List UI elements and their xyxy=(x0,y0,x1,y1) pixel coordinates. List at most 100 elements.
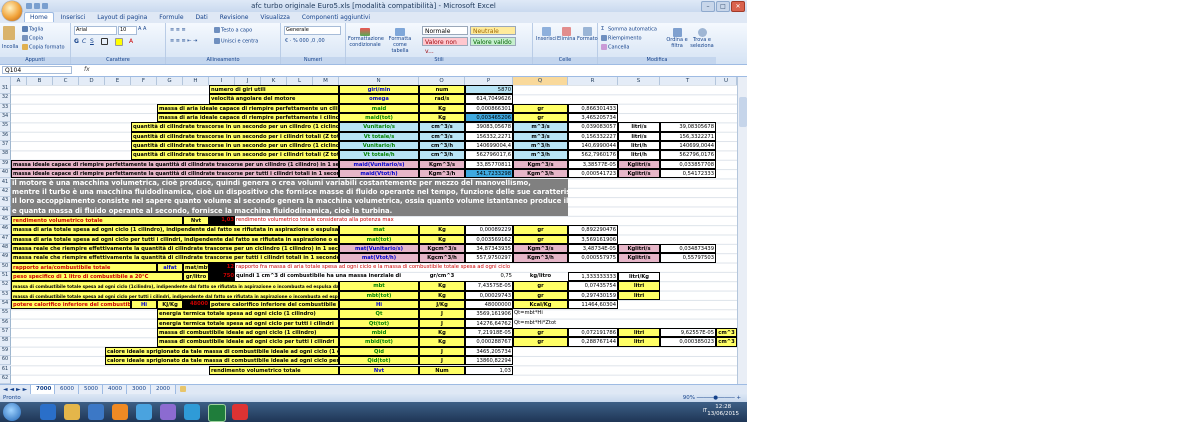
label-cell[interactable]: massa di aria ideale capace di riempire … xyxy=(157,103,339,114)
unit-cell[interactable]: Kcal/Kg xyxy=(513,300,568,310)
row-header[interactable]: 57 xyxy=(0,328,11,338)
value-cell[interactable]: 557,9750297 xyxy=(465,253,513,263)
unit-cell[interactable]: J xyxy=(419,309,465,319)
find-select-button[interactable]: Trova e seleziona xyxy=(690,28,714,49)
label-cell[interactable]: massa di aria ideale capace di riempire … xyxy=(157,113,339,123)
app-icon[interactable] xyxy=(136,404,152,420)
row-header[interactable]: 37 xyxy=(0,141,11,151)
style-neutral[interactable]: Neutrale xyxy=(470,26,516,35)
unit-cell[interactable]: kg/litro xyxy=(513,272,568,281)
column-header-q[interactable]: Q xyxy=(513,77,568,85)
unit-cell[interactable]: gr/cm^3 xyxy=(419,272,465,281)
column-header-n[interactable]: N xyxy=(339,77,419,85)
bold-icon[interactable]: G xyxy=(74,38,79,45)
unit-cell[interactable]: gr/litro xyxy=(183,272,209,282)
label-cell[interactable]: rendimento volumetrico totale xyxy=(209,365,339,375)
value-cell[interactable]: 0,034873439 xyxy=(660,243,716,254)
label-cell[interactable]: quantità di cilindrate trascorse in un s… xyxy=(131,150,339,160)
unit-cell[interactable]: Kg xyxy=(419,328,465,338)
unit-cell[interactable]: m^3/h xyxy=(513,150,568,160)
label-cell[interactable]: energia termica totale spesa ad ogni cic… xyxy=(157,318,339,329)
unit-cell[interactable]: m^3/h xyxy=(513,141,568,151)
variable-cell[interactable]: mat(tot) xyxy=(339,234,419,244)
label-cell[interactable]: massa reale che riempire effettivamente … xyxy=(11,243,339,254)
explanation-text[interactable]: il motore è una macchina volumetrica, ci… xyxy=(11,178,568,188)
variable-cell[interactable]: mbt xyxy=(339,281,419,291)
label-cell[interactable]: peso specifico di 1 litro di combustibil… xyxy=(11,272,183,282)
style-good[interactable]: Valore valido xyxy=(470,37,516,46)
unit-cell[interactable]: Num xyxy=(419,365,465,375)
value-cell[interactable]: 12 xyxy=(209,262,235,272)
value-cell[interactable]: 750 xyxy=(209,272,235,282)
save-icon[interactable] xyxy=(26,3,32,9)
unit-cell[interactable]: Kgcm^3/s xyxy=(419,243,465,254)
value-cell[interactable]: 0,000541723 xyxy=(568,169,618,179)
wrap-text-button[interactable]: Testo a capo xyxy=(214,27,252,34)
label-cell[interactable]: quantità di cilindrate trascorse in un s… xyxy=(131,122,339,132)
unit-cell[interactable]: Kgcm^3/h xyxy=(419,253,465,263)
value-cell[interactable]: 0,288767144 xyxy=(568,337,618,347)
row-header[interactable]: 48 xyxy=(0,243,11,254)
unit-cell[interactable]: Kg xyxy=(419,337,465,347)
tab-page-layout[interactable]: Layout di pagina xyxy=(92,13,152,22)
note-cell[interactable]: potere calorifico inferiore del combusti… xyxy=(209,300,339,310)
variable-cell[interactable]: Vt totale/s xyxy=(339,131,419,142)
value-cell[interactable]: 140,6990044 xyxy=(568,141,618,151)
column-header-s[interactable]: S xyxy=(618,77,660,85)
label-cell[interactable]: massa di combustibile ideale ad ogni cic… xyxy=(157,328,339,338)
label-cell[interactable]: potere calorifico inferiore del combusti… xyxy=(11,300,131,310)
unit-cell[interactable]: litri xyxy=(618,290,660,301)
format-cells-button[interactable]: Formato xyxy=(577,27,598,42)
variable-cell[interactable]: Hi xyxy=(339,300,419,310)
value-cell[interactable]: 34,87343935 xyxy=(465,243,513,254)
row-header[interactable]: 50 xyxy=(0,262,11,272)
grow-font-icon[interactable]: A A xyxy=(138,26,146,32)
column-header-i[interactable]: I xyxy=(209,77,235,85)
unit-cell[interactable]: gr xyxy=(513,113,568,123)
insert-cells-button[interactable]: Inserisci xyxy=(536,27,557,42)
variable-cell[interactable]: mbt(tot) xyxy=(339,290,419,301)
value-cell[interactable]: 0,003465206 xyxy=(465,113,513,123)
unit-cell[interactable]: cm^3 xyxy=(716,337,737,347)
variable-cell[interactable]: Qid xyxy=(339,346,419,357)
value-cell[interactable]: 1,333333333 xyxy=(568,272,618,282)
value-cell[interactable]: 7,21918E-05 xyxy=(465,328,513,338)
underline-icon[interactable]: S xyxy=(90,38,94,45)
unit-cell[interactable]: cm^3 xyxy=(716,328,737,338)
unit-cell[interactable]: cm^3/s xyxy=(419,122,465,132)
label-cell[interactable]: massa di combustibile totale spesa ad og… xyxy=(11,281,339,291)
value-cell[interactable]: 0,000866301 xyxy=(465,103,513,114)
unit-cell[interactable]: Kglitri/s xyxy=(618,159,660,170)
explanation-text[interactable]: mentre il turbo è una macchina fluidodin… xyxy=(11,187,568,198)
column-header-f[interactable]: F xyxy=(131,77,157,85)
label-cell[interactable]: massa ideale capace di riempire perfetta… xyxy=(11,169,339,179)
unit-cell[interactable]: J/Kg xyxy=(419,300,465,310)
variable-cell[interactable]: Qt(tot) xyxy=(339,318,419,329)
align-left-icon[interactable]: ≡ ≡ ≡ ⇤ ⇥ xyxy=(170,38,197,44)
variable-cell[interactable]: Hi xyxy=(131,300,157,310)
currency-icon[interactable]: € · % 000 ,0 ,00 xyxy=(285,38,325,44)
label-cell[interactable]: quantità di cilindrate trascorse in un s… xyxy=(131,131,339,142)
zoom-level[interactable]: 90% ─────●───── + xyxy=(683,394,741,402)
note-cell[interactable]: rendimento volumetrico totale considerat… xyxy=(235,216,465,225)
row-header[interactable]: 35 xyxy=(0,122,11,132)
value-cell[interactable]: 1,03 xyxy=(209,215,235,226)
variable-cell[interactable]: Qt xyxy=(339,309,419,319)
style-bad[interactable]: Valore non v... xyxy=(422,37,468,55)
column-header-g[interactable]: G xyxy=(157,77,183,85)
italic-icon[interactable]: C xyxy=(82,38,86,45)
value-cell[interactable]: 14276,64762 xyxy=(465,318,513,329)
insert-sheet-icon[interactable] xyxy=(180,386,187,393)
value-cell[interactable]: 562796,0176 xyxy=(660,150,716,160)
unit-cell[interactable]: Kg xyxy=(419,290,465,301)
unit-cell[interactable]: Kg xyxy=(419,113,465,123)
internet-explorer-icon[interactable] xyxy=(40,404,56,420)
align-top-icon[interactable]: ≡ ≡ ≡ xyxy=(170,27,186,33)
minimize-button[interactable]: – xyxy=(701,1,715,12)
explanation-text[interactable]: Il loro accoppiamento consiste nel saper… xyxy=(11,197,568,207)
tab-addins[interactable]: Componenti aggiuntivi xyxy=(297,13,375,22)
variable-cell[interactable]: Qid(tot) xyxy=(339,356,419,366)
variable-cell[interactable]: Vt totale/h xyxy=(339,150,419,160)
variable-cell[interactable]: mbid xyxy=(339,328,419,338)
row-header[interactable]: 58 xyxy=(0,337,11,347)
